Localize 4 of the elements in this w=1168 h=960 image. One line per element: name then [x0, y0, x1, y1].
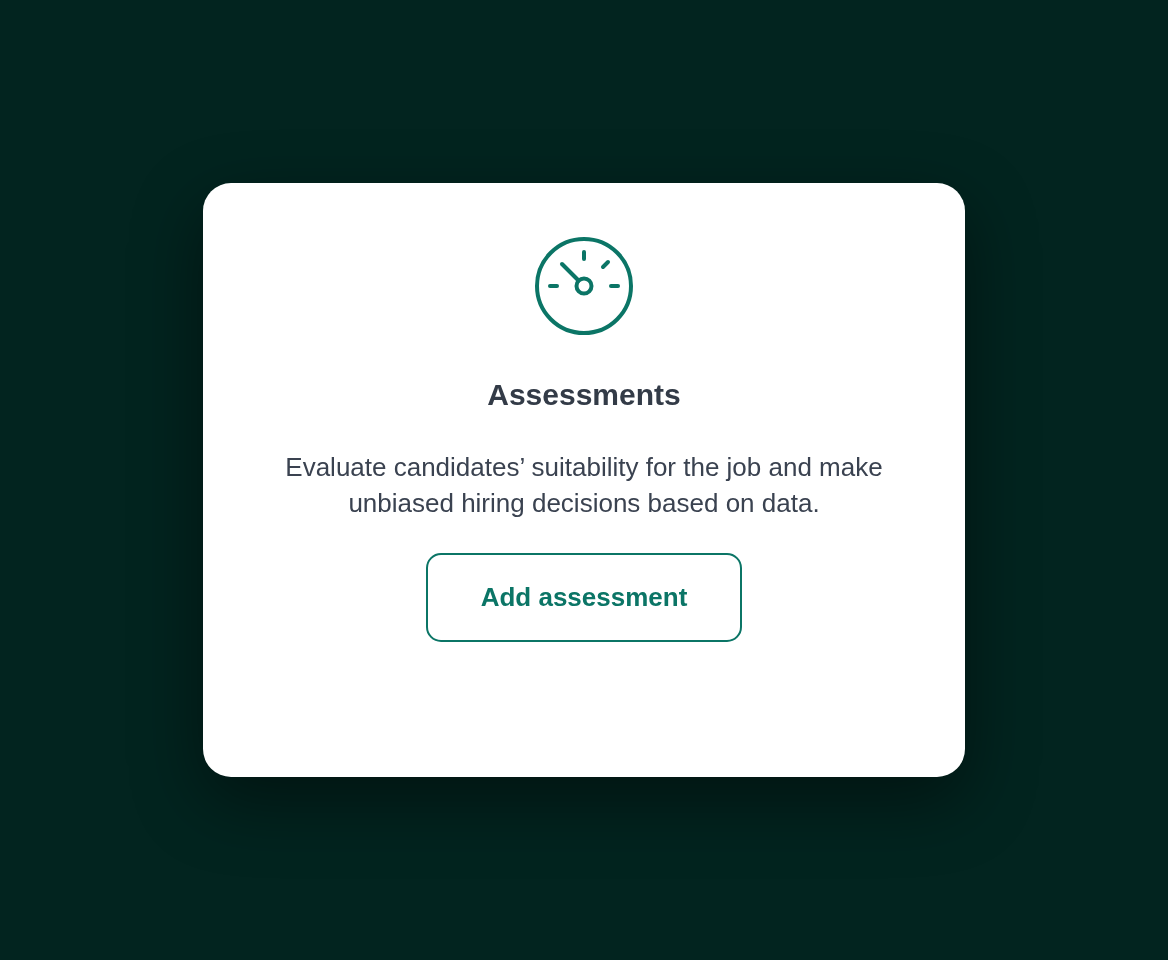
add-assessment-button[interactable]: Add assessment: [426, 553, 742, 642]
gauge-icon: [534, 236, 634, 336]
card-title: Assessments: [487, 377, 681, 413]
card-description: Evaluate candidates’ suitability for the job and make unbiased hiring decisions based on data.: [284, 451, 884, 520]
